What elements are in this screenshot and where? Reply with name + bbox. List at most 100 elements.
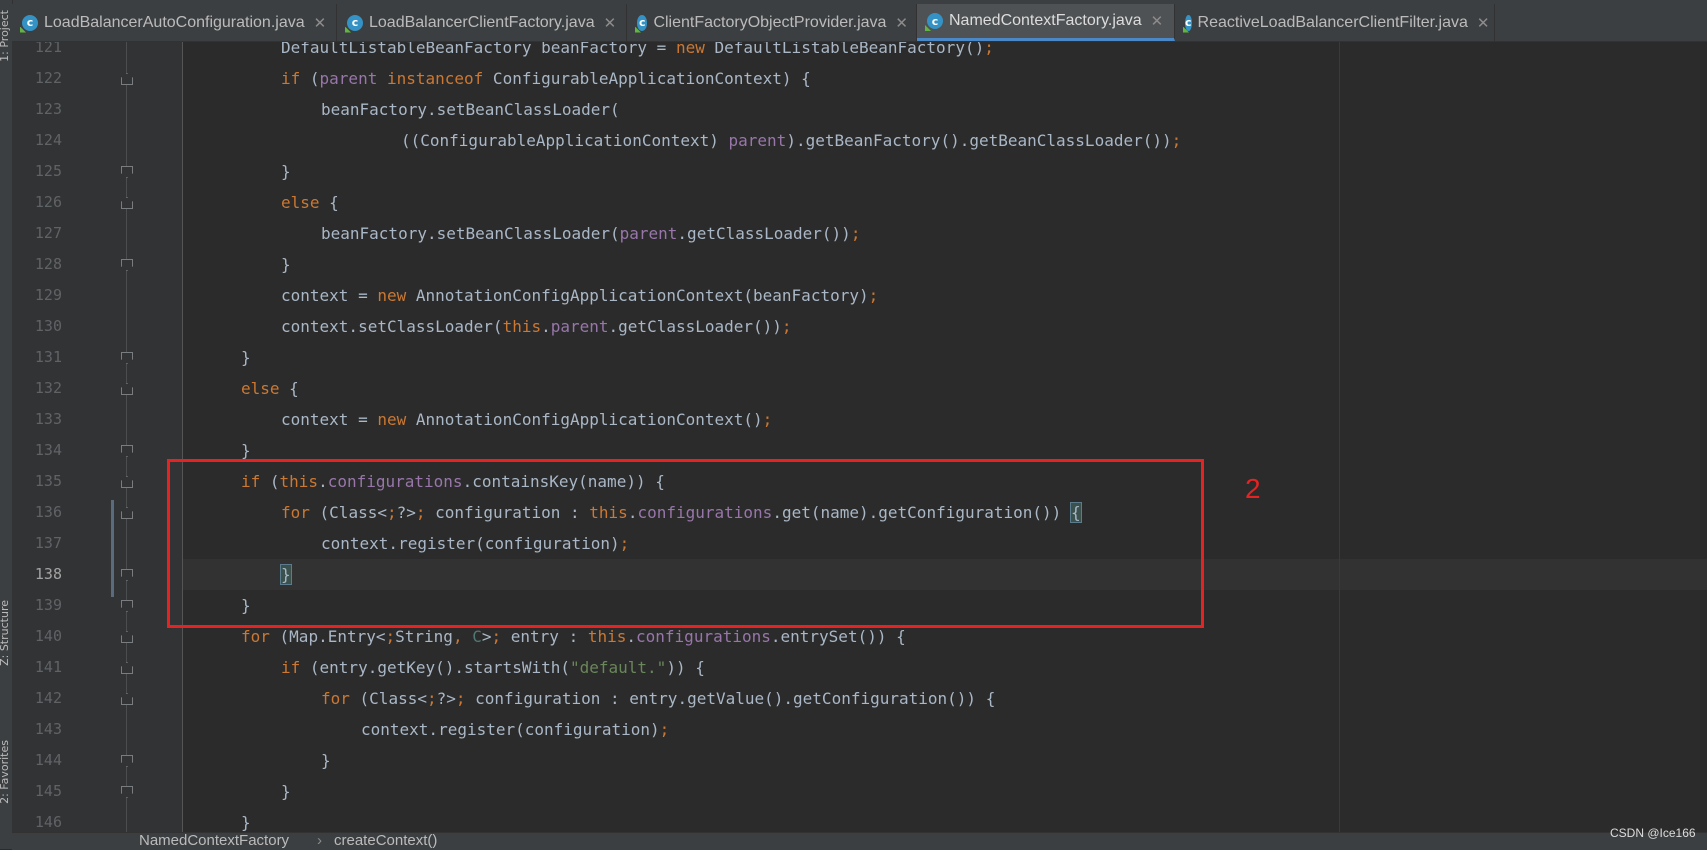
code-line[interactable]: context.register(configuration); xyxy=(183,528,1707,559)
code-text: } xyxy=(281,162,291,181)
line-number: 144 xyxy=(34,751,62,769)
editor-tab-bar: c LoadBalancerAutoConfiguration.java ✕ c… xyxy=(12,4,1707,42)
fold-marker[interactable] xyxy=(121,166,133,178)
code-line[interactable]: for (Class<;?>; configuration : this.con… xyxy=(183,497,1707,528)
fold-marker[interactable] xyxy=(121,352,133,364)
fold-marker[interactable] xyxy=(121,786,133,798)
tab-load-balancer-client-factory[interactable]: c LoadBalancerClientFactory.java ✕ xyxy=(337,4,627,41)
brace-match-highlight: } xyxy=(280,564,292,585)
tab-label: ReactiveLoadBalancerClientFilter.java xyxy=(1197,13,1468,31)
breadcrumb-method[interactable]: createContext() xyxy=(334,832,437,849)
code-line[interactable]: beanFactory.setBeanClassLoader( xyxy=(183,94,1707,125)
code-text: else { xyxy=(281,193,339,212)
code-line[interactable]: } xyxy=(183,745,1707,776)
editor-gutter[interactable]: 121 122 123 124 125 126 127 128 129 130 … xyxy=(12,42,183,832)
tab-named-context-factory[interactable]: c NamedContextFactory.java ✕ xyxy=(917,4,1175,41)
tab-client-factory-object-provider[interactable]: c ClientFactoryObjectProvider.java ✕ xyxy=(627,4,917,41)
fold-marker[interactable] xyxy=(121,259,133,271)
code-line[interactable]: DefaultListableBeanFactory beanFactory =… xyxy=(183,42,1707,63)
code-line[interactable]: } xyxy=(183,156,1707,187)
line-number: 140 xyxy=(34,627,62,645)
tab-load-balancer-auto-configuration[interactable]: c LoadBalancerAutoConfiguration.java ✕ xyxy=(12,4,337,41)
fold-marker[interactable] xyxy=(121,693,133,705)
line-number: 127 xyxy=(34,224,62,242)
code-text: for (Class<;?>; configuration : entry.ge… xyxy=(321,689,996,708)
fold-marker[interactable] xyxy=(121,600,133,612)
code-line[interactable]: context.register(configuration); xyxy=(183,714,1707,745)
code-line[interactable]: } xyxy=(183,435,1707,466)
code-text: context = new AnnotationConfigApplicatio… xyxy=(281,410,773,429)
line-number: 143 xyxy=(34,720,62,738)
code-line[interactable]: context = new AnnotationConfigApplicatio… xyxy=(183,404,1707,435)
close-icon[interactable]: ✕ xyxy=(314,14,327,32)
fold-marker[interactable] xyxy=(121,383,133,395)
line-number-current: 138 xyxy=(34,565,62,583)
java-class-icon: c xyxy=(22,14,38,31)
project-tool-tab[interactable]: 1: Project xyxy=(0,10,11,62)
code-text: } xyxy=(281,255,291,274)
line-number: 130 xyxy=(34,317,62,335)
code-text: ((ConfigurableApplicationContext) parent… xyxy=(401,131,1182,150)
code-line[interactable]: if (this.configurations.containsKey(name… xyxy=(183,466,1707,497)
fold-marker[interactable] xyxy=(121,631,133,643)
close-icon[interactable]: ✕ xyxy=(895,14,908,32)
close-icon[interactable]: ✕ xyxy=(1477,14,1490,32)
code-line[interactable]: } xyxy=(183,807,1707,832)
code-line[interactable]: if (parent instanceof ConfigurableApplic… xyxy=(183,63,1707,94)
line-number: 133 xyxy=(34,410,62,428)
line-number: 124 xyxy=(34,131,62,149)
code-text: beanFactory.setBeanClassLoader(parent.ge… xyxy=(321,224,861,243)
code-text: for (Class<;?>; configuration : this.con… xyxy=(281,502,1082,523)
vcs-change-marker[interactable] xyxy=(111,500,114,597)
breadcrumb-class[interactable]: NamedContextFactory xyxy=(139,832,289,849)
fold-marker[interactable] xyxy=(121,476,133,488)
tab-label: ClientFactoryObjectProvider.java xyxy=(653,13,887,31)
code-line[interactable]: } xyxy=(183,590,1707,621)
favorites-tool-tab[interactable]: 2: Favorites xyxy=(0,740,11,804)
code-line[interactable]: } xyxy=(183,249,1707,280)
watermark: CSDN @Ice166 xyxy=(1610,826,1696,840)
code-text: } xyxy=(241,348,251,367)
code-editor[interactable]: DefaultListableBeanFactory beanFactory =… xyxy=(183,42,1707,832)
code-line[interactable]: } xyxy=(183,342,1707,373)
structure-tool-tab[interactable]: Z: Structure xyxy=(0,600,11,666)
code-line-current[interactable]: } xyxy=(183,559,1707,590)
code-line[interactable]: else { xyxy=(183,373,1707,404)
line-number: 123 xyxy=(34,100,62,118)
code-line[interactable]: } xyxy=(183,776,1707,807)
code-text: } xyxy=(280,564,292,585)
code-text: if (this.configurations.containsKey(name… xyxy=(241,472,665,491)
tab-label: LoadBalancerClientFactory.java xyxy=(369,13,595,31)
fold-marker[interactable] xyxy=(121,197,133,209)
code-line[interactable]: for (Class<;?>; configuration : entry.ge… xyxy=(183,683,1707,714)
tab-label: NamedContextFactory.java xyxy=(949,12,1142,29)
code-line[interactable]: context = new AnnotationConfigApplicatio… xyxy=(183,280,1707,311)
tab-label: LoadBalancerAutoConfiguration.java xyxy=(44,13,305,31)
fold-marker[interactable] xyxy=(121,755,133,767)
java-class-icon: c xyxy=(1185,14,1192,31)
code-text: } xyxy=(241,441,251,460)
fold-marker[interactable] xyxy=(121,73,133,85)
fold-marker[interactable] xyxy=(121,445,133,457)
close-icon[interactable]: ✕ xyxy=(604,14,617,32)
code-line[interactable]: if (entry.getKey().startsWith("default."… xyxy=(183,652,1707,683)
code-text: } xyxy=(281,782,291,801)
fold-marker[interactable] xyxy=(121,662,133,674)
java-class-icon: c xyxy=(927,13,943,29)
code-text: DefaultListableBeanFactory beanFactory =… xyxy=(281,42,994,57)
code-text: } xyxy=(241,596,251,615)
fold-marker[interactable] xyxy=(121,507,133,519)
fold-marker[interactable] xyxy=(121,569,133,581)
code-line[interactable]: else { xyxy=(183,187,1707,218)
code-text: if (entry.getKey().startsWith("default."… xyxy=(281,658,705,677)
line-number: 136 xyxy=(34,503,62,521)
right-margin-guide xyxy=(1339,42,1340,832)
code-line[interactable]: ((ConfigurableApplicationContext) parent… xyxy=(183,125,1707,156)
code-line[interactable]: context.setClassLoader(this.parent.getCl… xyxy=(183,311,1707,342)
close-icon[interactable]: ✕ xyxy=(1151,12,1164,30)
breadcrumb-separator: › xyxy=(317,832,322,849)
code-line[interactable]: beanFactory.setBeanClassLoader(parent.ge… xyxy=(183,218,1707,249)
annotation-label: 2 xyxy=(1245,473,1261,504)
tab-reactive-load-balancer-client-filter[interactable]: c ReactiveLoadBalancerClientFilter.java … xyxy=(1175,4,1495,41)
code-line[interactable]: for (Map.Entry<;String, C>; entry : this… xyxy=(183,621,1707,652)
